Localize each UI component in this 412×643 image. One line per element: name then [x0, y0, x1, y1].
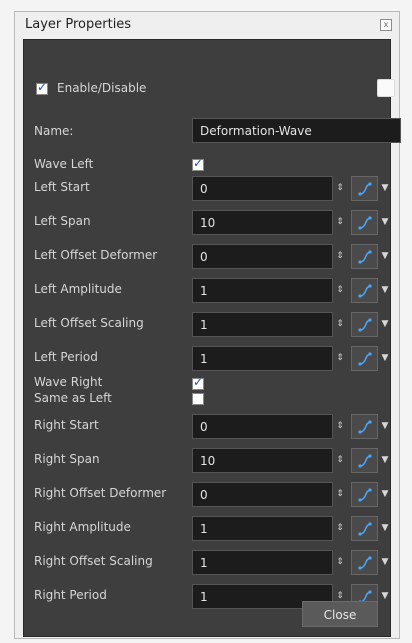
- left-span-field[interactable]: 10: [192, 210, 333, 235]
- right-amplitude-field[interactable]: 1: [192, 516, 333, 541]
- right-offset-scaling-label: Right Offset Scaling: [34, 554, 153, 568]
- right-start-function-button[interactable]: [351, 414, 378, 439]
- right-span-label: Right Span: [34, 452, 100, 466]
- left-offset-deformer-label: Left Offset Deformer: [34, 248, 158, 262]
- title-bar: Layer Properties x: [15, 12, 399, 38]
- left-offset-deformer-field[interactable]: 0: [192, 244, 333, 269]
- right-offset-scaling-value: 1: [200, 556, 208, 570]
- left-offset-deformer-function-button[interactable]: [351, 244, 378, 269]
- right-offset-deformer-spinner[interactable]: ⇕: [335, 482, 345, 507]
- right-offset-deformer-value: 0: [200, 488, 208, 502]
- name-field[interactable]: Deformation-Wave: [192, 118, 401, 143]
- left-offset-scaling-function-button[interactable]: [351, 312, 378, 337]
- left-span-caret-icon[interactable]: ▼: [380, 210, 390, 235]
- properties-panel: Enable/Disable Name: Deformation-Wave Wa…: [23, 39, 401, 637]
- left-period-value: 1: [200, 352, 208, 366]
- left-offset-scaling-value: 1: [200, 318, 208, 332]
- right-amplitude-spinner[interactable]: ⇕: [335, 516, 345, 541]
- left-offset-scaling-caret-icon[interactable]: ▼: [380, 312, 390, 337]
- wave-right-label: Wave Right: [34, 375, 103, 389]
- right-period-label: Right Period: [34, 588, 107, 602]
- right-offset-scaling-function-button[interactable]: [351, 550, 378, 575]
- right-span-spinner[interactable]: ⇕: [335, 448, 345, 473]
- close-button[interactable]: Close: [302, 601, 378, 627]
- right-amplitude-function-button[interactable]: [351, 516, 378, 541]
- enable-checkbox[interactable]: [36, 80, 48, 95]
- wave-right-checkbox[interactable]: [192, 375, 204, 390]
- wave-left-checkbox[interactable]: [192, 156, 204, 171]
- left-start-value: 0: [200, 182, 208, 196]
- left-amplitude-function-button[interactable]: [351, 278, 378, 303]
- right-span-value: 10: [200, 454, 216, 468]
- layer-color-swatch[interactable]: [377, 79, 395, 97]
- right-amplitude-caret-icon[interactable]: ▼: [380, 516, 390, 541]
- right-period-value: 1: [200, 590, 208, 604]
- left-period-caret-icon[interactable]: ▼: [380, 346, 390, 371]
- left-start-spinner[interactable]: ⇕: [335, 176, 345, 201]
- left-span-value: 10: [200, 216, 216, 230]
- layer-properties-dialog: Layer Properties x Enable/Disable Name: …: [14, 11, 401, 639]
- left-start-caret-icon[interactable]: ▼: [380, 176, 390, 201]
- right-span-field[interactable]: 10: [192, 448, 333, 473]
- right-offset-scaling-caret-icon[interactable]: ▼: [380, 550, 390, 575]
- right-offset-deformer-label: Right Offset Deformer: [34, 486, 167, 500]
- right-offset-scaling-spinner[interactable]: ⇕: [335, 550, 345, 575]
- same-as-left-label: Same as Left: [34, 391, 112, 405]
- left-offset-scaling-field[interactable]: 1: [192, 312, 333, 337]
- right-start-label: Right Start: [34, 418, 99, 432]
- right-start-spinner[interactable]: ⇕: [335, 414, 345, 439]
- left-offset-scaling-spinner[interactable]: ⇕: [335, 312, 345, 337]
- right-start-value: 0: [200, 420, 208, 434]
- right-amplitude-value: 1: [200, 522, 208, 536]
- left-offset-deformer-spinner[interactable]: ⇕: [335, 244, 345, 269]
- left-amplitude-spinner[interactable]: ⇕: [335, 278, 345, 303]
- left-offset-deformer-value: 0: [200, 250, 208, 264]
- left-start-field[interactable]: 0: [192, 176, 333, 201]
- left-offset-deformer-caret-icon[interactable]: ▼: [380, 244, 390, 269]
- name-value: Deformation-Wave: [200, 124, 312, 138]
- right-period-caret-icon[interactable]: ▼: [380, 584, 390, 609]
- name-label: Name:: [34, 124, 74, 138]
- same-as-left-checkbox[interactable]: [192, 393, 204, 405]
- right-offset-deformer-caret-icon[interactable]: ▼: [380, 482, 390, 507]
- left-amplitude-label: Left Amplitude: [34, 282, 122, 296]
- left-start-function-button[interactable]: [351, 176, 378, 201]
- left-period-function-button[interactable]: [351, 346, 378, 371]
- left-offset-scaling-label: Left Offset Scaling: [34, 316, 144, 330]
- dialog-title: Layer Properties: [25, 17, 132, 32]
- right-offset-scaling-field[interactable]: 1: [192, 550, 333, 575]
- left-period-label: Left Period: [34, 350, 98, 364]
- right-offset-deformer-field[interactable]: 0: [192, 482, 333, 507]
- left-period-field[interactable]: 1: [192, 346, 333, 371]
- left-start-label: Left Start: [34, 180, 90, 194]
- right-span-function-button[interactable]: [351, 448, 378, 473]
- close-window-button[interactable]: x: [380, 19, 392, 31]
- right-start-field[interactable]: 0: [192, 414, 333, 439]
- right-offset-deformer-function-button[interactable]: [351, 482, 378, 507]
- left-amplitude-field[interactable]: 1: [192, 278, 333, 303]
- left-span-function-button[interactable]: [351, 210, 378, 235]
- left-amplitude-caret-icon[interactable]: ▼: [380, 278, 390, 303]
- left-period-spinner[interactable]: ⇕: [335, 346, 345, 371]
- wave-left-label: Wave Left: [34, 157, 94, 171]
- left-span-spinner[interactable]: ⇕: [335, 210, 345, 235]
- enable-label: Enable/Disable: [57, 81, 147, 95]
- right-span-caret-icon[interactable]: ▼: [380, 448, 390, 473]
- right-start-caret-icon[interactable]: ▼: [380, 414, 390, 439]
- left-amplitude-value: 1: [200, 284, 208, 298]
- right-amplitude-label: Right Amplitude: [34, 520, 131, 534]
- left-span-label: Left Span: [34, 214, 91, 228]
